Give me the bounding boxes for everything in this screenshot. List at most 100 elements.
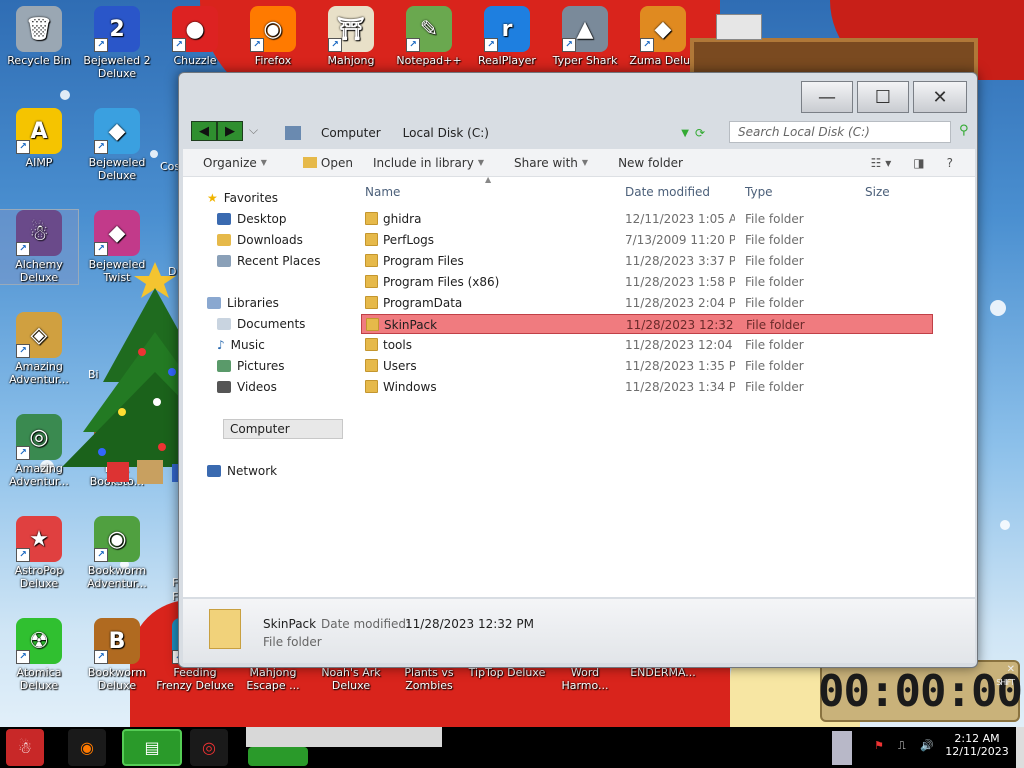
nav-desktop[interactable]: Desktop bbox=[217, 212, 287, 226]
share-with-button[interactable]: Share with ▼ bbox=[514, 156, 588, 170]
app-icon: ◈ ↗ bbox=[16, 312, 62, 358]
address-dropdown-icon[interactable]: ▼ bbox=[681, 128, 689, 139]
maximize-button[interactable]: ☐ bbox=[857, 81, 909, 113]
explorer-window: — ☐ ✕ ◀ ▶ ⌵ Computer Local Disk (C:) ▼ ⟳… bbox=[178, 72, 978, 668]
open-button[interactable]: Open bbox=[302, 156, 353, 170]
start-button[interactable]: ☃ bbox=[6, 729, 44, 766]
search-input[interactable]: Search Local Disk (C:) bbox=[729, 121, 951, 143]
taskbar-placeholder[interactable] bbox=[246, 727, 442, 747]
breadcrumb-local-disk[interactable]: Local Disk (C:) bbox=[403, 126, 489, 140]
forward-button[interactable]: ▶ bbox=[217, 121, 243, 141]
desktop-icon[interactable]: ● ↗ Chuzzle bbox=[156, 6, 234, 67]
close-button[interactable]: ✕ bbox=[913, 81, 967, 113]
column-header-date[interactable]: Date modified bbox=[625, 185, 710, 205]
desktop-icon[interactable]: ⛩ ↗ Mahjong bbox=[312, 6, 390, 67]
file-row[interactable]: ghidra 12/11/2023 1:05 AM File folder bbox=[361, 209, 933, 229]
recent-locations-chevron-icon[interactable]: ⌵ bbox=[249, 123, 258, 138]
nav-computer-label: Computer bbox=[230, 422, 290, 436]
nav-libraries[interactable]: Libraries bbox=[207, 296, 279, 310]
desktop-icon[interactable]: A ↗ AIMP bbox=[0, 108, 78, 169]
navigation-bar: ◀ ▶ ⌵ Computer Local Disk (C:) ▼ ⟳ Searc… bbox=[189, 117, 969, 147]
file-row[interactable]: ProgramData 11/28/2023 2:04 PM File folder bbox=[361, 293, 933, 313]
file-row[interactable]: tools 11/28/2023 12:04 ... File folder bbox=[361, 335, 933, 355]
file-row[interactable]: SkinPack 11/28/2023 12:32 ... File folder bbox=[361, 314, 933, 334]
desktop-icon[interactable]: 🗑 Recycle Bin bbox=[0, 6, 78, 67]
column-header-name[interactable]: Name bbox=[365, 185, 400, 205]
desktop-icon[interactable]: ◉ ↗ Firefox bbox=[234, 6, 312, 67]
column-header-size[interactable]: Size bbox=[865, 185, 890, 205]
nav-music[interactable]: ♪ Music bbox=[217, 338, 265, 352]
taskbar-chrome[interactable]: ◎ bbox=[190, 729, 228, 766]
help-icon[interactable]: ? bbox=[947, 156, 953, 170]
desktop-icon[interactable]: ☢ ↗ Atomica Deluxe bbox=[0, 618, 78, 692]
window-thumbnail-icon bbox=[716, 14, 762, 40]
tray-flag-icon[interactable] bbox=[832, 731, 852, 765]
file-row[interactable]: Users 11/28/2023 1:35 PM File folder bbox=[361, 356, 933, 376]
nav-computer[interactable]: Computer bbox=[223, 419, 343, 439]
nav-documents[interactable]: Documents bbox=[217, 317, 305, 331]
countdown-clock-widget[interactable]: 00:00:00 SHIFT ✕ bbox=[818, 660, 1023, 722]
column-header-type[interactable]: Type bbox=[745, 185, 773, 205]
desktop-icon-label: Atomica Deluxe bbox=[16, 666, 62, 692]
preview-pane-icon[interactable]: ◨ bbox=[913, 156, 924, 170]
chevron-down-icon: ▼ bbox=[260, 158, 267, 167]
file-row[interactable]: PerfLogs 7/13/2009 11:20 PM File folder bbox=[361, 230, 933, 250]
new-folder-button[interactable]: New folder bbox=[618, 156, 683, 170]
desktop-icon-label: Bejeweled Deluxe bbox=[88, 156, 146, 182]
taskbar-explorer[interactable]: ▤ bbox=[122, 729, 182, 766]
folder-icon bbox=[365, 212, 378, 225]
app-glyph-icon: ◆ bbox=[108, 220, 126, 246]
back-button[interactable]: ◀ bbox=[191, 121, 217, 141]
include-in-library-button[interactable]: Include in library ▼ bbox=[373, 156, 484, 170]
file-name: tools bbox=[383, 338, 412, 352]
file-name: Users bbox=[383, 359, 417, 373]
nav-recent-places[interactable]: Recent Places bbox=[217, 254, 320, 268]
network-tray-icon[interactable]: ⎍ bbox=[898, 739, 906, 753]
view-options-icon[interactable]: ☷ ▾ bbox=[871, 156, 892, 170]
search-icon[interactable]: ⚲ bbox=[959, 123, 969, 138]
explorer-content: ★ Favorites Desktop Downloads Recent Plac… bbox=[183, 175, 975, 597]
desktop-icon[interactable]: 2 ↗ Bejeweled 2 Deluxe bbox=[78, 6, 156, 80]
breadcrumb-computer[interactable]: Computer bbox=[321, 126, 381, 140]
nav-network[interactable]: Network bbox=[207, 464, 277, 478]
taskbar-app[interactable] bbox=[248, 747, 308, 766]
close-icon[interactable]: ✕ bbox=[1007, 664, 1015, 675]
desktop-icon[interactable]: B ↗ Bookworm Deluxe bbox=[78, 618, 156, 692]
refresh-icon[interactable]: ⟳ bbox=[695, 126, 705, 140]
volume-icon[interactable]: 🔊 bbox=[920, 739, 934, 752]
app-icon: ● ↗ bbox=[172, 6, 218, 52]
nav-downloads[interactable]: Downloads bbox=[217, 233, 303, 247]
address-bar[interactable]: Computer Local Disk (C:) ▼ ⟳ bbox=[285, 122, 705, 144]
desktop-icon[interactable]: ▲ ↗ Typer Shark bbox=[546, 6, 624, 67]
file-list: ▲ Name Date modified Type Size ghidra 12/… bbox=[359, 175, 975, 597]
file-row[interactable]: Windows 11/28/2023 1:34 PM File folder bbox=[361, 377, 933, 397]
app-glyph-icon: ☃ bbox=[29, 220, 49, 246]
folder-icon: ▤ bbox=[144, 738, 160, 757]
desktop-icon[interactable]: ◆ ↗ Bejeweled Deluxe bbox=[78, 108, 156, 182]
taskbar-time: 2:12 AM bbox=[954, 732, 1000, 745]
app-icon: ◆↗ bbox=[640, 6, 686, 52]
taskbar-clock[interactable]: 2:12 AM 12/11/2023 bbox=[944, 732, 1010, 758]
nav-pictures[interactable]: Pictures bbox=[217, 359, 285, 373]
file-row[interactable]: Program Files (x86) 11/28/2023 1:58 PM Fil… bbox=[361, 272, 933, 292]
taskbar: ☃ ◉ ▤ ◎ ⚑ ⎍ 🔊 2:12 AM 12/11/2023 bbox=[0, 727, 1024, 768]
nav-network-label: Network bbox=[227, 464, 278, 478]
nav-videos[interactable]: Videos bbox=[217, 380, 277, 394]
desktop-icon[interactable]: ✎ ↗ Notepad++ bbox=[390, 6, 468, 67]
maximize-icon: ☐ bbox=[874, 86, 892, 108]
organize-button[interactable]: Organize ▼ bbox=[203, 156, 267, 170]
shortcut-arrow-icon: ↗ bbox=[172, 38, 186, 52]
taskbar-firefox[interactable]: ◉ bbox=[68, 729, 106, 766]
desktop-icon-label: Bejeweled 2 Deluxe bbox=[83, 54, 151, 80]
desktop-icon-label: Typer Shark bbox=[552, 54, 618, 67]
nav-favorites[interactable]: ★ Favorites bbox=[207, 191, 278, 205]
action-center-icon[interactable]: ⚑ bbox=[874, 739, 884, 752]
show-desktop-button[interactable] bbox=[1016, 727, 1024, 768]
desktop-icon[interactable]: ◉ ↗ Bookworm Adventur... bbox=[78, 516, 156, 590]
desktop-icon[interactable]: ★ ↗ AstroPop Deluxe bbox=[0, 516, 78, 590]
app-glyph-icon: ◎ bbox=[29, 424, 49, 450]
desktop-icon[interactable]: r ↗ RealPlayer bbox=[468, 6, 546, 67]
minimize-button[interactable]: — bbox=[801, 81, 853, 113]
details-pane: SkinPack Date modified: 11/28/2023 12:32… bbox=[183, 599, 975, 663]
file-row[interactable]: Program Files 11/28/2023 3:37 PM File fold… bbox=[361, 251, 933, 271]
